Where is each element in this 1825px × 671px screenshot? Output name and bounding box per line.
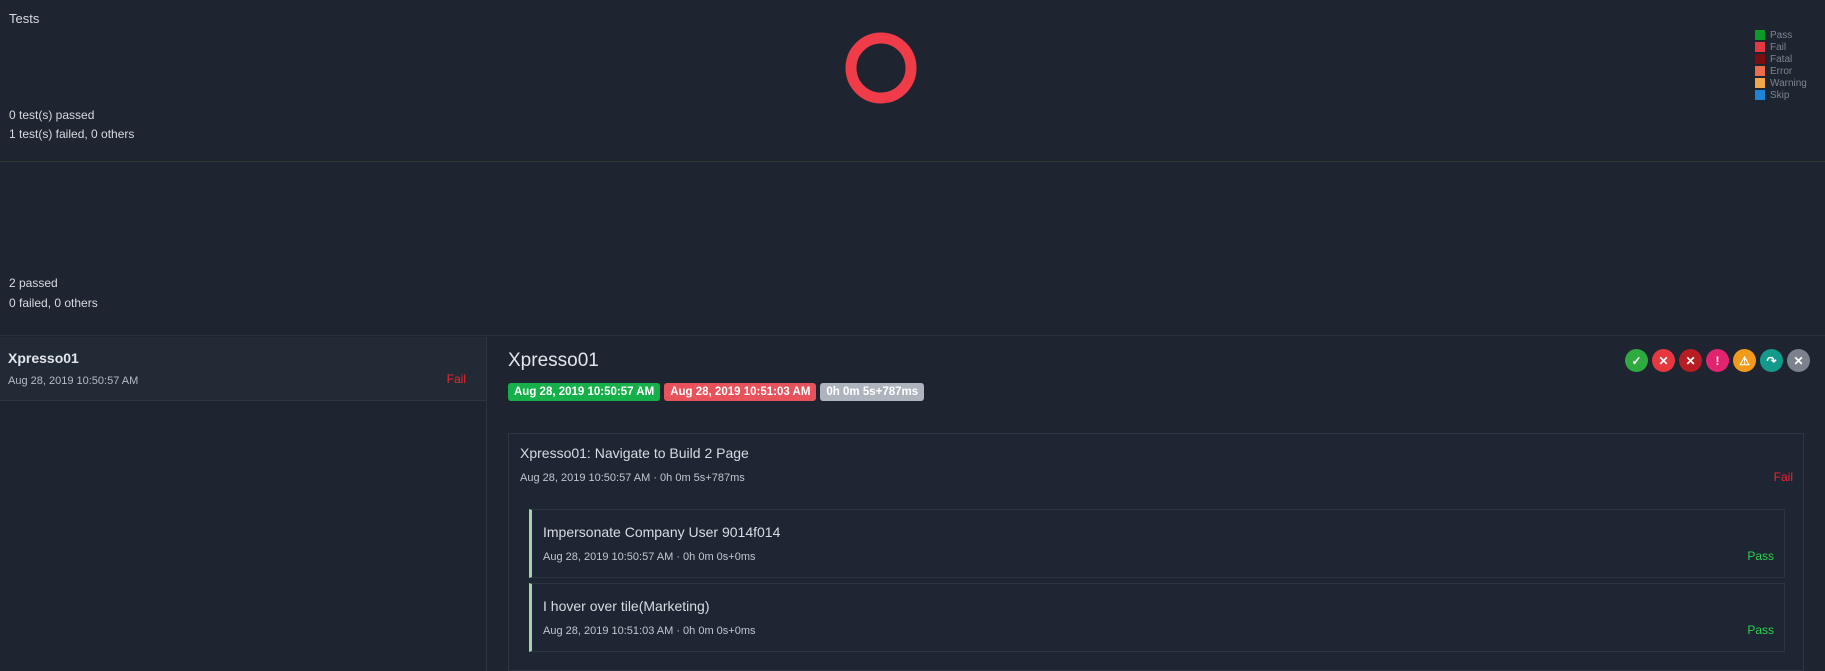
error-filter-icon[interactable]: ! xyxy=(1706,349,1729,372)
legend-label-fatal: Fatal xyxy=(1770,53,1793,65)
step-meta: Aug 28, 2019 10:50:57 AM · 0h 0m 5s+787m… xyxy=(520,472,745,484)
fatal-filter-icon[interactable]: ✕ xyxy=(1679,349,1702,372)
node-status: Pass xyxy=(1747,549,1774,563)
end-time-badge: Aug 28, 2019 10:51:03 AM xyxy=(664,383,817,401)
legend-item-pass[interactable]: Pass xyxy=(1755,29,1807,41)
test-step-card: Xpresso01: Navigate to Build 2 Page Aug … xyxy=(508,433,1804,671)
warning-filter-icon[interactable]: ⚠ xyxy=(1733,349,1756,372)
legend-swatch-skip xyxy=(1755,90,1765,100)
test-detail-panel: Xpresso01 Aug 28, 2019 10:50:57 AM Aug 2… xyxy=(488,337,1825,671)
test-detail-title: Xpresso01 xyxy=(508,350,599,371)
donut-slice-fail xyxy=(845,32,917,104)
time-badges: Aug 28, 2019 10:50:57 AM Aug 28, 2019 10… xyxy=(508,383,925,401)
legend-swatch-fail xyxy=(1755,42,1765,52)
duration-badge: 0h 0m 5s+787ms xyxy=(820,383,925,401)
step-name: Xpresso01: Navigate to Build 2 Page xyxy=(520,445,749,461)
steps-failed-text: 0 failed, 0 others xyxy=(9,296,98,310)
node-meta: Aug 28, 2019 10:51:03 AM · 0h 0m 0s+0ms xyxy=(543,625,756,637)
legend-label-skip: Skip xyxy=(1770,89,1790,101)
node-name: I hover over tile(Marketing) xyxy=(543,598,710,614)
test-list: Xpresso01 Aug 28, 2019 10:50:57 AM Fail xyxy=(0,337,487,671)
skip-filter-icon[interactable]: ↷ xyxy=(1760,349,1783,372)
tests-passed-text: 0 test(s) passed xyxy=(9,108,95,122)
fail-filter-icon[interactable]: ✕ xyxy=(1652,349,1675,372)
legend-item-warning[interactable]: Warning xyxy=(1755,77,1807,89)
test-item-time: Aug 28, 2019 10:50:57 AM xyxy=(8,375,139,387)
chart-legend: Pass Fail Fatal Error Warning Skip xyxy=(1755,29,1807,101)
legend-swatch-pass xyxy=(1755,30,1765,40)
test-item-status: Fail xyxy=(446,372,466,386)
node-name: Impersonate Company User 9014f014 xyxy=(543,524,781,540)
status-filter-buttons: ✓ ✕ ✕! ⚠ ↷ ✕ xyxy=(1625,349,1810,372)
pass-filter-icon[interactable]: ✓ xyxy=(1625,349,1648,372)
legend-label-warning: Warning xyxy=(1770,77,1807,89)
node-meta: Aug 28, 2019 10:50:57 AM · 0h 0m 0s+0ms xyxy=(543,551,756,563)
legend-item-fatal[interactable]: Fatal xyxy=(1755,53,1807,65)
tests-failed-text: 1 test(s) failed, 0 others xyxy=(9,127,135,141)
legend-swatch-warning xyxy=(1755,78,1765,88)
legend-label-pass: Pass xyxy=(1770,29,1793,41)
clear-filter-icon[interactable]: ✕ xyxy=(1787,349,1810,372)
legend-item-fail[interactable]: Fail xyxy=(1755,41,1807,53)
tests-summary-panel: Tests 0 test(s) passed 1 test(s) failed,… xyxy=(0,0,1825,162)
legend-item-skip[interactable]: Skip xyxy=(1755,89,1807,101)
test-list-item[interactable]: Xpresso01 Aug 28, 2019 10:50:57 AM Fail xyxy=(0,337,486,401)
tests-donut-chart xyxy=(845,32,917,104)
legend-swatch-fatal xyxy=(1755,54,1765,64)
legend-swatch-error xyxy=(1755,66,1765,76)
legend-label-error: Error xyxy=(1770,65,1793,77)
legend-item-error[interactable]: Error xyxy=(1755,65,1807,77)
start-time-badge: Aug 28, 2019 10:50:57 AM xyxy=(508,383,661,401)
legend-label-fail: Fail xyxy=(1770,41,1787,53)
step-node[interactable]: I hover over tile(Marketing) Aug 28, 201… xyxy=(529,583,1785,652)
test-item-name: Xpresso01 xyxy=(8,350,79,366)
steps-summary-panel: 2 passed 0 failed, 0 others xyxy=(0,163,1825,336)
node-status: Pass xyxy=(1747,623,1774,637)
steps-passed-text: 2 passed xyxy=(9,276,58,290)
step-status: Fail xyxy=(1773,470,1793,484)
summary-title: Tests xyxy=(9,11,40,26)
step-node[interactable]: Impersonate Company User 9014f014 Aug 28… xyxy=(529,509,1785,578)
